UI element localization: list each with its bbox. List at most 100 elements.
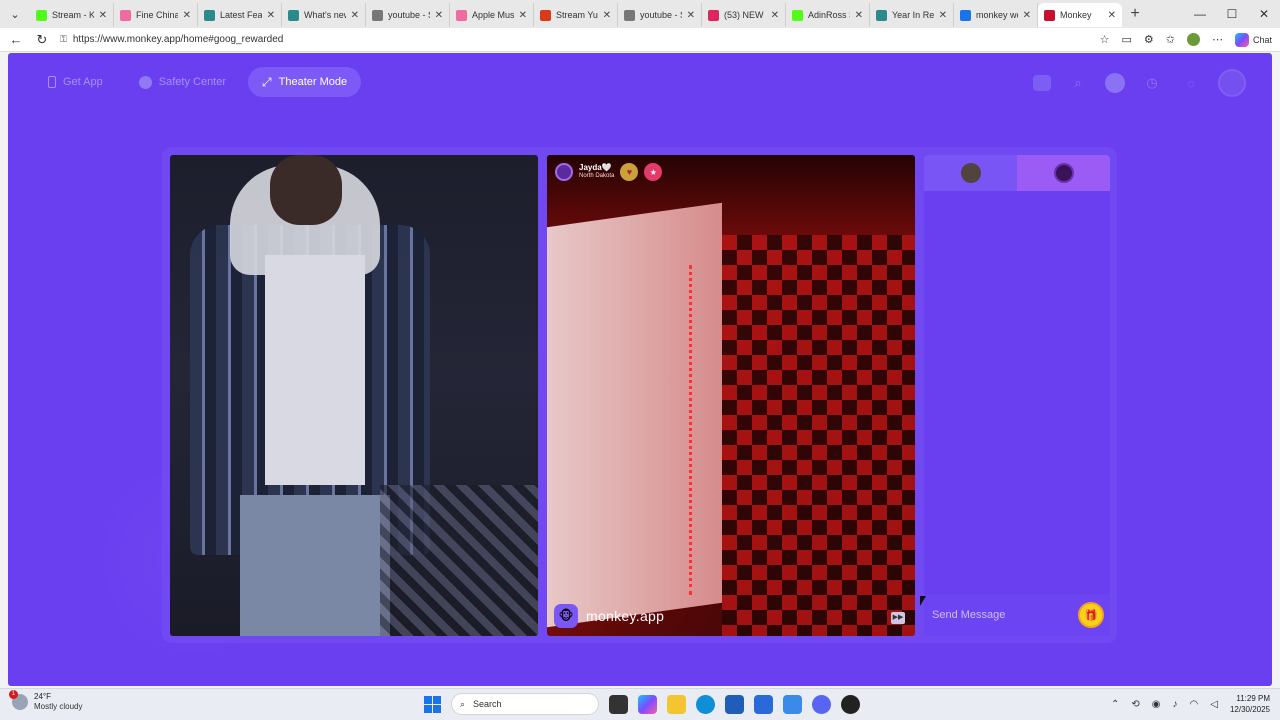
taskbar-search-label: Search: [473, 699, 502, 709]
remote-video-feed: Jayda🤍 North Dakota ♥ ★ 🐵 monkey.app ▶▶: [547, 155, 915, 636]
copilot-chat-button[interactable]: Chat: [1234, 32, 1272, 47]
browser-tab[interactable]: Year In Revie ✕: [870, 3, 954, 27]
back-button[interactable]: ←: [8, 32, 24, 47]
favorite-star-icon[interactable]: ☆: [1100, 33, 1110, 46]
tab-close-icon[interactable]: ✕: [939, 10, 947, 21]
gift-button-icon[interactable]: 🎁: [1078, 602, 1104, 628]
microphone-icon[interactable]: ♪: [1173, 699, 1178, 710]
browser-tab[interactable]: youtube - Se ✕: [366, 3, 450, 27]
taskbar-search-box[interactable]: ⌕ Search: [451, 693, 599, 715]
tray-overflow-icon[interactable]: ⌃: [1111, 699, 1119, 710]
safety-center-button[interactable]: Safety Center: [125, 67, 240, 97]
tab-close-icon[interactable]: ✕: [687, 10, 695, 21]
browser-tab[interactable]: monkey web ✕: [954, 3, 1038, 27]
tab-title: Monkey: [1060, 10, 1092, 20]
tab-title: What's new: [304, 10, 346, 20]
top-navigation: Get App Safety Center ⤢ Theater Mode: [34, 67, 362, 97]
favorites-icon[interactable]: ✩: [1166, 33, 1175, 46]
chat-panel: 🎁: [924, 155, 1110, 636]
tab-close-icon[interactable]: ✕: [351, 10, 359, 21]
tab-close-icon[interactable]: ✕: [519, 10, 527, 21]
screen-cast-icon[interactable]: ▭: [1121, 33, 1131, 46]
get-app-button[interactable]: Get App: [34, 67, 117, 97]
file-explorer-icon[interactable]: [667, 694, 686, 714]
system-clock[interactable]: 11:29 PM 12/30/2025: [1230, 693, 1270, 715]
chat-tab-self[interactable]: [924, 155, 1017, 191]
profile-icon[interactable]: [1186, 33, 1200, 46]
site-info-icon[interactable]: ⚿: [60, 34, 67, 45]
tab-close-icon[interactable]: ✕: [771, 10, 779, 21]
network-icon[interactable]: ◉: [1152, 699, 1161, 710]
tab-close-icon[interactable]: ✕: [267, 10, 275, 21]
weather-widget[interactable]: 1 24°F Mostly cloudy: [9, 690, 82, 712]
heart-badge-icon[interactable]: ♥: [620, 163, 639, 181]
tab-close-icon[interactable]: ✕: [1023, 10, 1031, 21]
browser-tab[interactable]: (53) NEW Ful ✕: [702, 3, 786, 27]
browser-tab[interactable]: Stream Yung ✕: [534, 3, 618, 27]
browser-tab[interactable]: AdinRoss Stri ✕: [786, 3, 870, 27]
browser-tab[interactable]: Apple Music ✕: [450, 3, 534, 27]
windows-taskbar: 1 24°F Mostly cloudy ⌕ Search ⌃ ⟲ ◉ ♪ ◠ …: [0, 688, 1280, 720]
coin-icon[interactable]: [1105, 73, 1125, 93]
tab-close-icon[interactable]: ✕: [1108, 10, 1116, 21]
copilot-app-icon[interactable]: [638, 694, 657, 714]
minimize-button[interactable]: —: [1184, 7, 1216, 21]
tab-list-dropdown[interactable]: ⌄: [0, 0, 30, 28]
chat-icon[interactable]: ◌: [1179, 71, 1203, 95]
new-tab-button[interactable]: +: [1122, 5, 1148, 23]
tab-title: Stream - Kick: [52, 10, 94, 20]
windows-start-icon[interactable]: [424, 695, 441, 713]
browser-tab[interactable]: Stream - Kick ✕: [30, 3, 114, 27]
chat-tab-partner[interactable]: [1017, 155, 1110, 191]
tab-close-icon[interactable]: ✕: [603, 10, 611, 21]
weather-temperature: 24°F: [34, 692, 51, 701]
video-stage: Jayda🤍 North Dakota ♥ ★ 🐵 monkey.app ▶▶: [162, 147, 1117, 643]
send-message-input[interactable]: [932, 609, 1078, 621]
more-menu-icon[interactable]: ⋯: [1212, 33, 1223, 46]
edge-browser-icon[interactable]: [696, 694, 715, 714]
partner-avatar: [1053, 163, 1074, 183]
remote-user-avatar[interactable]: [555, 163, 573, 181]
tab-close-icon[interactable]: ✕: [435, 10, 443, 21]
theater-mode-label: Theater Mode: [278, 76, 348, 88]
wifi-icon[interactable]: ◠: [1190, 699, 1199, 710]
browser-tab[interactable]: Fine China - ✕: [114, 3, 198, 27]
close-window-button[interactable]: ✕: [1248, 7, 1280, 21]
browser-tab[interactable]: Monkey ✕: [1038, 3, 1122, 27]
reload-button[interactable]: ↻: [34, 32, 50, 48]
task-view-icon[interactable]: [609, 694, 628, 714]
video-scene-led-strip: [689, 265, 692, 595]
sync-icon[interactable]: ⟲: [1131, 699, 1139, 710]
search-icon[interactable]: ⌕: [1066, 71, 1090, 95]
volume-icon[interactable]: ◁: [1210, 699, 1218, 710]
profile-avatar[interactable]: [1218, 69, 1246, 97]
tab-close-icon[interactable]: ✕: [99, 10, 107, 21]
tab-favicon-icon: [540, 9, 551, 21]
store-icon[interactable]: [725, 694, 744, 714]
discord-icon[interactable]: [812, 694, 831, 714]
monkey-logo-icon: 🐵: [554, 604, 578, 628]
remote-user-info[interactable]: Jayda🤍 North Dakota ♥ ★: [555, 163, 663, 181]
dropbox-icon[interactable]: [754, 694, 773, 714]
history-icon[interactable]: ◷: [1140, 71, 1164, 95]
theater-mode-button[interactable]: ⤢ Theater Mode: [248, 67, 362, 97]
tab-favicon-icon: [1044, 9, 1055, 21]
tab-close-icon[interactable]: ✕: [183, 10, 191, 21]
tab-close-icon[interactable]: ✕: [855, 10, 863, 21]
url-field[interactable]: ⚿ https://www.monkey.app/home#goog_rewar…: [60, 34, 1090, 45]
browser-tab[interactable]: Latest Featur ✕: [198, 3, 282, 27]
tab-favicon-icon: [36, 9, 47, 21]
gift-badge-icon[interactable]: ★: [644, 163, 663, 181]
video-scene-wall: [547, 202, 722, 628]
copilot-chat-label: Chat: [1252, 34, 1272, 45]
browser-tab[interactable]: youtube - Se ✕: [618, 3, 702, 27]
maximize-button[interactable]: ☐: [1216, 7, 1248, 21]
chat-input-bar: 🎁: [924, 594, 1110, 636]
browser-tab[interactable]: What's new ✕: [282, 3, 366, 27]
weather-alert-badge: 1: [9, 690, 18, 699]
outlook-icon[interactable]: [783, 694, 802, 714]
shop-icon[interactable]: [1033, 75, 1051, 91]
next-match-icon[interactable]: ▶▶: [891, 612, 905, 624]
extensions-icon[interactable]: ⚙: [1144, 33, 1154, 46]
obs-icon[interactable]: [841, 694, 860, 714]
